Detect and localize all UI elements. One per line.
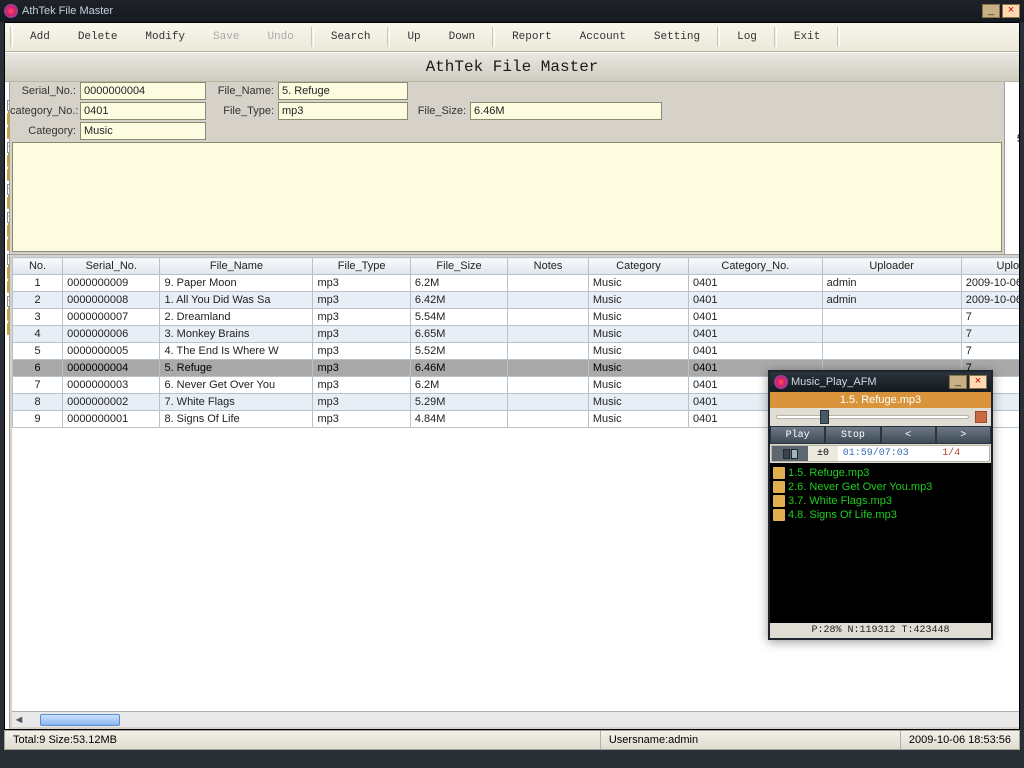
stop-button[interactable]: Stop bbox=[825, 426, 880, 444]
player-seek-slider[interactable] bbox=[770, 408, 991, 426]
file-size-label: File_Size: bbox=[408, 105, 470, 117]
col-no[interactable]: No. bbox=[13, 258, 63, 275]
file-name-field[interactable]: 5. Refuge bbox=[278, 82, 408, 100]
status-user: Usersname:admin bbox=[600, 731, 900, 749]
serial-no-field[interactable]: 0000000004 bbox=[80, 82, 206, 100]
play-button[interactable]: Play bbox=[770, 426, 825, 444]
player-nowplaying: 1.5. Refuge.mp3 bbox=[770, 392, 991, 408]
music-icon bbox=[773, 481, 785, 493]
add-button[interactable]: Add bbox=[16, 27, 64, 47]
folder-icon bbox=[7, 197, 9, 209]
category-no-field[interactable]: 0401 bbox=[80, 102, 206, 120]
col-ftype[interactable]: File_Type bbox=[313, 258, 410, 275]
balance-zero[interactable]: ±0 bbox=[808, 446, 838, 461]
folder-icon bbox=[7, 127, 9, 139]
account-button[interactable]: Account bbox=[566, 27, 640, 47]
col-fsize[interactable]: File_Size bbox=[410, 258, 507, 275]
category-label: Category: bbox=[10, 125, 80, 137]
table-row[interactable]: 400000000063. Monkey Brainsmp36.65MMusic… bbox=[13, 326, 1020, 343]
volume-control[interactable] bbox=[772, 446, 808, 461]
scroll-left-icon[interactable]: ◄ bbox=[12, 714, 26, 726]
folder-icon bbox=[7, 155, 9, 167]
col-fname[interactable]: File_Name bbox=[160, 258, 313, 275]
toolbar: Add Delete Modify Save Undo Search Up Do… bbox=[5, 23, 1019, 52]
minimize-button[interactable]: _ bbox=[982, 4, 1000, 18]
playlist-item[interactable]: 3.7. White Flags.mp3 bbox=[773, 494, 988, 508]
category-field[interactable]: Music bbox=[80, 122, 206, 140]
category-no-label: category_No.: bbox=[10, 105, 80, 117]
col-catno[interactable]: Category_No. bbox=[689, 258, 823, 275]
folder-icon bbox=[7, 267, 9, 279]
folder-icon bbox=[7, 323, 9, 335]
undo-button[interactable]: Undo bbox=[253, 27, 307, 47]
player-close-button[interactable]: × bbox=[969, 375, 987, 389]
folder-icon bbox=[7, 309, 9, 321]
music-player-window[interactable]: Music_Play_AFM _ × 1.5. Refuge.mp3 Play … bbox=[768, 370, 993, 640]
folder-icon bbox=[7, 113, 9, 125]
serial-no-label: Serial_No.: bbox=[10, 85, 80, 97]
table-row[interactable]: 100000000099. Paper Moonmp36.2MMusic0401… bbox=[13, 275, 1020, 292]
app-icon bbox=[4, 4, 18, 18]
exit-button[interactable]: Exit bbox=[780, 27, 834, 47]
folder-icon bbox=[7, 281, 9, 293]
preview-pane: 5. Refuge.mp3 bbox=[1004, 82, 1019, 254]
player-track-no: 1/4 bbox=[914, 446, 990, 461]
report-button[interactable]: Report bbox=[498, 27, 566, 47]
music-icon bbox=[773, 509, 785, 521]
col-notes[interactable]: Notes bbox=[508, 258, 589, 275]
app-icon bbox=[774, 375, 788, 389]
horizontal-scrollbar[interactable]: ◄ ► bbox=[12, 711, 1019, 727]
notes-memo[interactable] bbox=[12, 142, 1002, 252]
window-title: AthTek File Master bbox=[22, 5, 113, 17]
player-time: 01:59/07:03 bbox=[838, 446, 914, 461]
file-name-label: File_Name: bbox=[206, 85, 278, 97]
stop-square-icon[interactable] bbox=[975, 411, 987, 423]
app-banner: AthTek File Master bbox=[5, 52, 1019, 82]
file-size-field[interactable]: 6.46M bbox=[470, 102, 662, 120]
music-icon bbox=[773, 495, 785, 507]
col-uptime[interactable]: Uploading_Time bbox=[961, 258, 1019, 275]
up-button[interactable]: Up bbox=[393, 27, 434, 47]
player-minimize-button[interactable]: _ bbox=[949, 375, 967, 389]
table-row[interactable]: 500000000054. The End Is Where Wmp35.52M… bbox=[13, 343, 1020, 360]
down-button[interactable]: Down bbox=[435, 27, 489, 47]
playlist-item[interactable]: 4.8. Signs Of Life.mp3 bbox=[773, 508, 988, 522]
player-stats: P:28% N:119312 T:423448 bbox=[770, 623, 991, 638]
table-row[interactable]: 300000000072. Dreamlandmp35.54MMusic0401… bbox=[13, 309, 1020, 326]
next-button[interactable]: > bbox=[936, 426, 991, 444]
status-datetime: 2009-10-06 18:53:56 bbox=[900, 731, 1019, 749]
table-row[interactable]: 200000000081. All You Did Was Samp36.42M… bbox=[13, 292, 1020, 309]
scroll-thumb[interactable] bbox=[40, 714, 120, 726]
file-type-label: File_Type: bbox=[206, 105, 278, 117]
player-playlist[interactable]: 1.5. Refuge.mp32.6. Never Get Over You.m… bbox=[770, 463, 991, 623]
prev-button[interactable]: < bbox=[881, 426, 936, 444]
preview-filename: 5. Refuge.mp3 bbox=[1017, 134, 1019, 146]
player-title: Music_Play_AFM bbox=[791, 376, 877, 388]
col-cat[interactable]: Category bbox=[588, 258, 688, 275]
save-button[interactable]: Save bbox=[199, 27, 253, 47]
status-total: Total:9 Size:53.12MB bbox=[5, 731, 600, 749]
delete-button[interactable]: Delete bbox=[64, 27, 132, 47]
modify-button[interactable]: Modify bbox=[131, 27, 199, 47]
seek-knob[interactable] bbox=[820, 410, 829, 424]
folder-icon bbox=[7, 239, 9, 251]
player-titlebar[interactable]: Music_Play_AFM _ × bbox=[770, 372, 991, 392]
playlist-item[interactable]: 1.5. Refuge.mp3 bbox=[773, 466, 988, 480]
music-icon bbox=[773, 467, 785, 479]
table-header[interactable]: No. Serial_No. File_Name File_Type File_… bbox=[13, 258, 1020, 275]
col-serial[interactable]: Serial_No. bbox=[63, 258, 160, 275]
search-button[interactable]: Search bbox=[317, 27, 385, 47]
log-button[interactable]: Log bbox=[723, 27, 771, 47]
folder-icon bbox=[7, 225, 9, 237]
playlist-item[interactable]: 2.6. Never Get Over You.mp3 bbox=[773, 480, 988, 494]
setting-button[interactable]: Setting bbox=[640, 27, 714, 47]
status-bar: Total:9 Size:53.12MB Usersname:admin 200… bbox=[4, 730, 1020, 750]
folder-icon bbox=[7, 169, 9, 181]
file-type-field[interactable]: mp3 bbox=[278, 102, 408, 120]
col-uploader[interactable]: Uploader bbox=[822, 258, 961, 275]
window-titlebar: AthTek File Master _ × bbox=[0, 0, 1024, 22]
close-button[interactable]: × bbox=[1002, 4, 1020, 18]
